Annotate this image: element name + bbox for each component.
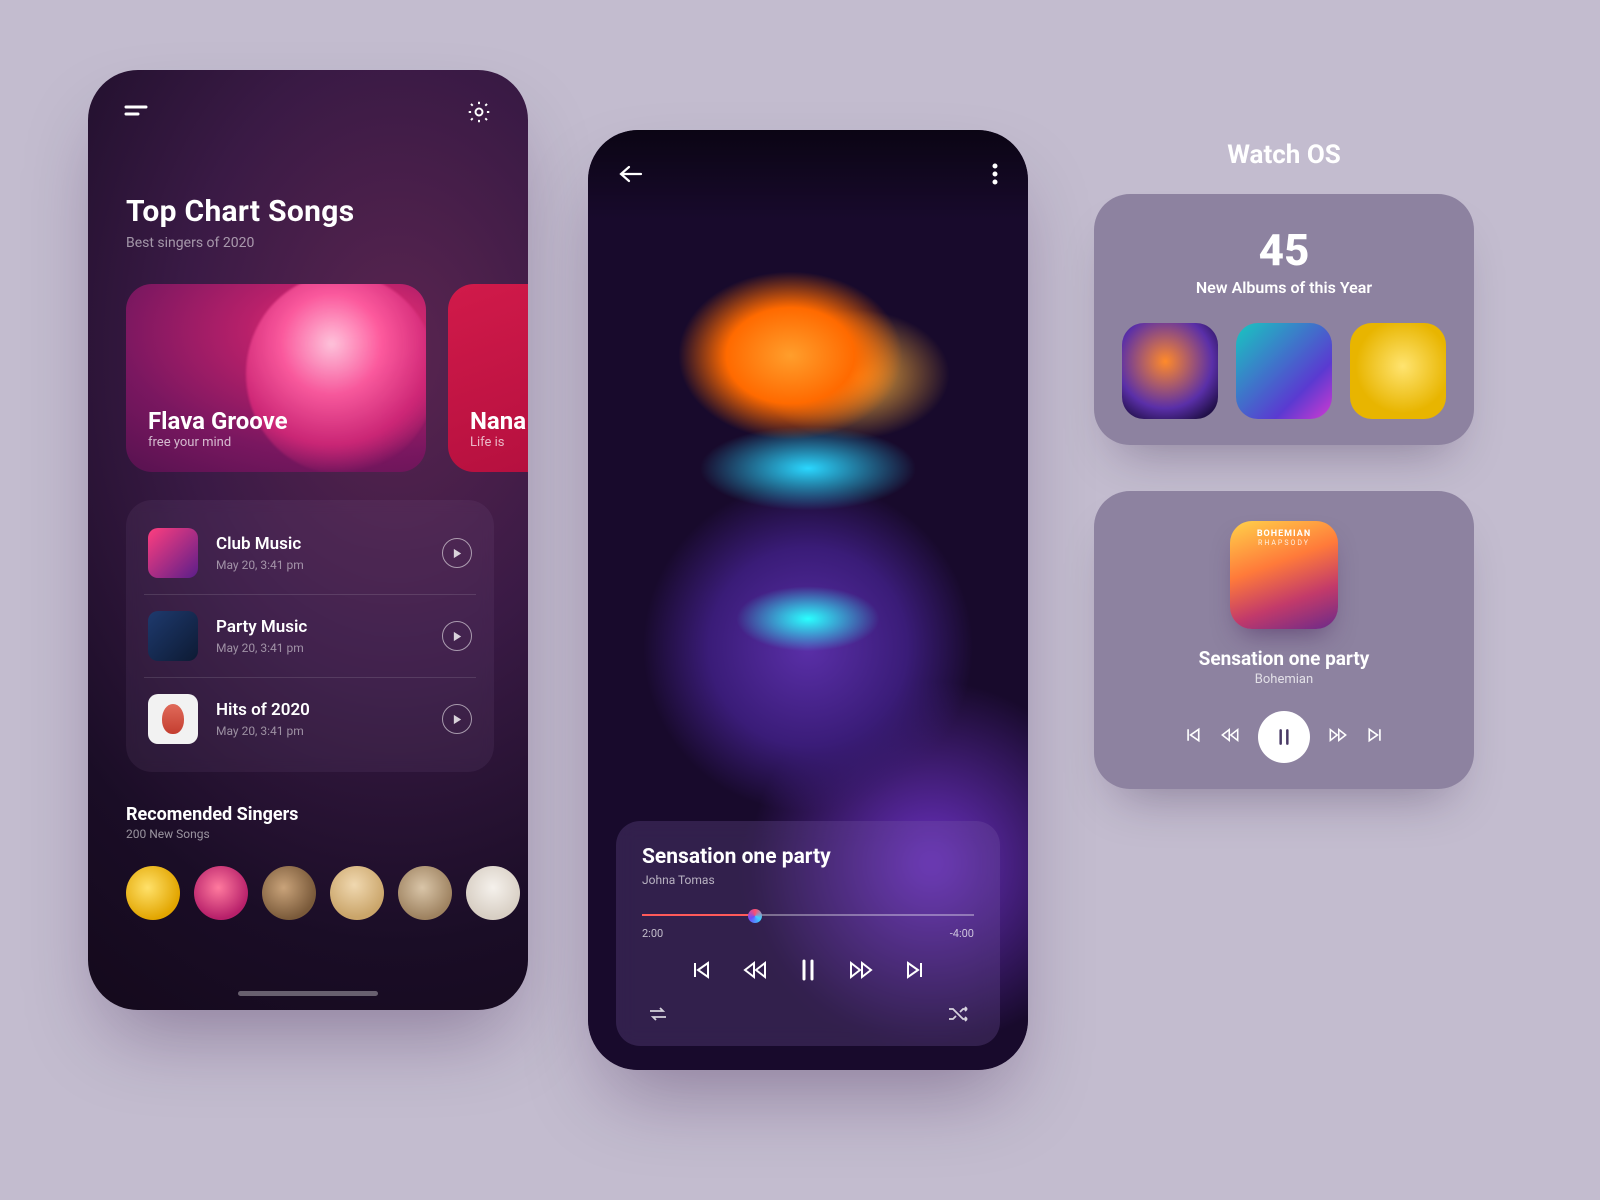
featured-title: Flava Groove (148, 407, 404, 435)
recommended-subtitle: 200 New Songs (126, 827, 298, 841)
avatar[interactable] (330, 866, 384, 920)
transport-controls (642, 958, 974, 986)
player-topbar (588, 156, 1028, 196)
play-icon[interactable] (442, 538, 472, 568)
time-remaining: -4:00 (950, 927, 974, 940)
watch-transport (1184, 711, 1384, 763)
home-indicator[interactable] (238, 991, 378, 996)
pause-button[interactable] (1258, 711, 1310, 763)
featured-subtitle: Life is (470, 435, 528, 450)
avatar[interactable] (194, 866, 248, 920)
stat-label: New Albums of this Year (1122, 278, 1446, 297)
gear-icon[interactable] (466, 99, 492, 129)
recommended-avatars (126, 866, 520, 920)
watch-player-card: BOHEMIAN RHAPSODY Sensation one party Bo… (1094, 491, 1474, 789)
song-thumb (148, 611, 198, 661)
featured-title: Nana (470, 407, 528, 435)
next-track-icon[interactable] (904, 959, 926, 985)
cover-line1: BOHEMIAN (1257, 529, 1311, 539)
song-meta: May 20, 3:41 pm (216, 558, 304, 572)
album-thumbs (1122, 323, 1446, 419)
album-thumb[interactable] (1236, 323, 1332, 419)
phone-home: Top Chart Songs Best singers of 2020 Fla… (88, 70, 528, 1010)
album-cover[interactable]: BOHEMIAN RHAPSODY (1230, 521, 1338, 629)
back-icon[interactable] (618, 164, 644, 188)
progress-slider[interactable] (642, 909, 974, 921)
page-subtitle: Best singers of 2020 (126, 235, 354, 251)
song-meta: May 20, 3:41 pm (216, 724, 304, 738)
album-thumb[interactable] (1350, 323, 1446, 419)
song-thumb (148, 528, 198, 578)
forward-icon[interactable] (1328, 726, 1348, 748)
watch-track-title: Sensation one party (1199, 647, 1370, 670)
song-meta: May 20, 3:41 pm (216, 641, 304, 655)
track-artist: Johna Tomas (642, 873, 974, 887)
time-elapsed: 2:00 (642, 927, 663, 940)
more-icon[interactable] (992, 163, 998, 189)
phone-player: Sensation one party Johna Tomas 2:00 -4:… (588, 130, 1028, 1070)
watch-stat-card: 45 New Albums of this Year (1094, 194, 1474, 445)
menu-icon[interactable] (124, 102, 150, 126)
prev-track-icon[interactable] (690, 959, 712, 985)
shuffle-icon[interactable] (946, 1004, 970, 1028)
rewind-icon[interactable] (1220, 726, 1240, 748)
song-row[interactable]: Hits of 2020 May 20, 3:41 pm (144, 678, 476, 760)
page-title: Top Chart Songs (126, 194, 354, 229)
home-heading: Top Chart Songs Best singers of 2020 (126, 194, 354, 251)
prev-track-icon[interactable] (1184, 726, 1202, 748)
track-title: Sensation one party (642, 845, 974, 869)
recommended-heading: Recomended Singers 200 New Songs (126, 804, 298, 841)
watch-track-artist: Bohemian (1255, 672, 1313, 687)
next-track-icon[interactable] (1366, 726, 1384, 748)
song-thumb (148, 694, 198, 744)
play-icon[interactable] (442, 621, 472, 651)
watch-heading: Watch OS (1094, 140, 1474, 170)
song-row[interactable]: Club Music May 20, 3:41 pm (144, 512, 476, 595)
album-thumb[interactable] (1122, 323, 1218, 419)
recommended-title: Recomended Singers (126, 804, 298, 825)
now-playing-card: Sensation one party Johna Tomas 2:00 -4:… (616, 821, 1000, 1046)
featured-row: Flava Groove free your mind Nana Life is (126, 284, 528, 472)
play-icon[interactable] (442, 704, 472, 734)
forward-icon[interactable] (848, 959, 874, 985)
song-title: Hits of 2020 (216, 700, 424, 720)
pause-icon[interactable] (798, 958, 818, 986)
rewind-icon[interactable] (742, 959, 768, 985)
song-title: Party Music (216, 617, 424, 637)
avatar[interactable] (126, 866, 180, 920)
avatar[interactable] (398, 866, 452, 920)
repeat-icon[interactable] (646, 1004, 670, 1028)
song-title: Club Music (216, 534, 424, 554)
cover-line2: RHAPSODY (1258, 539, 1310, 547)
phone-home-topbar (88, 92, 528, 136)
avatar[interactable] (262, 866, 316, 920)
song-row[interactable]: Party Music May 20, 3:41 pm (144, 595, 476, 678)
featured-card[interactable]: Flava Groove free your mind (126, 284, 426, 472)
featured-subtitle: free your mind (148, 435, 404, 450)
watch-column: Watch OS 45 New Albums of this Year BOHE… (1094, 140, 1474, 789)
avatar[interactable] (466, 866, 520, 920)
featured-card[interactable]: Nana Life is (448, 284, 528, 472)
song-list: Club Music May 20, 3:41 pm Party Music M… (126, 500, 494, 772)
stat-value: 45 (1122, 224, 1446, 276)
